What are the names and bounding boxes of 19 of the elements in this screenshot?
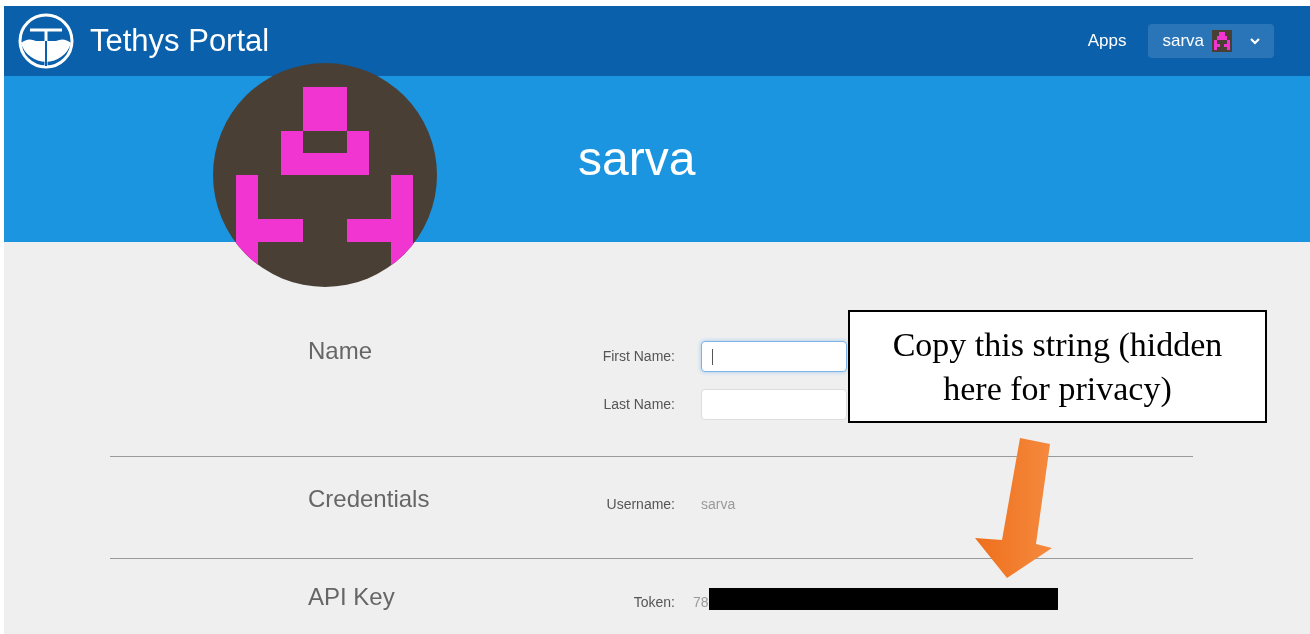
chevron-down-icon [1250, 37, 1260, 45]
section-title: Name [307, 336, 374, 366]
field-value: sarva [701, 495, 736, 514]
profile-username: sarva [578, 131, 696, 187]
section-title: Credentials [307, 484, 431, 514]
section-title: API Key [307, 582, 396, 612]
field-label: Username: [605, 495, 675, 514]
field-label: First Name: [601, 347, 675, 366]
annotation-callout: Copy this string (hidden here for privacy) [848, 310, 1267, 423]
field-label: Token: [632, 593, 675, 612]
user-menu-button[interactable]: sarva [1148, 24, 1274, 58]
avatar-icon [1212, 30, 1232, 52]
logo-icon [18, 13, 74, 69]
text-input[interactable] [701, 389, 847, 420]
brand-name[interactable]: Tethys Portal [90, 17, 270, 65]
token-value: 78 [693, 593, 709, 612]
field-label: Last Name: [602, 395, 675, 414]
text-input[interactable] [701, 341, 847, 372]
nav-link[interactable]: Apps [1087, 28, 1127, 54]
